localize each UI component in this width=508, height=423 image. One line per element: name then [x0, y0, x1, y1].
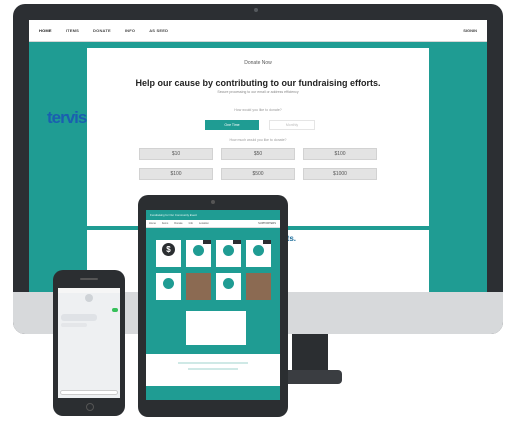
amount-grid: $10 $50 $100 $100 $500 $1000	[139, 148, 377, 180]
item-badge-icon	[223, 278, 234, 289]
item-tile[interactable]	[216, 273, 241, 300]
item-badge-icon	[253, 245, 264, 256]
tablet-nav-home[interactable]: Home	[149, 222, 156, 225]
contact-avatar	[85, 294, 93, 302]
tablet-nav-items[interactable]: Items	[162, 222, 168, 225]
amount-option[interactable]: $500	[221, 168, 295, 180]
top-navbar: HOME ITEMS DONATE INFO AS SEED SIGNIN	[29, 20, 487, 42]
one-time-button[interactable]: One Time	[205, 120, 259, 130]
home-button-icon[interactable]	[86, 403, 94, 411]
sponsor-logo: tervis	[47, 108, 87, 127]
sponsor-logo-box	[186, 311, 246, 345]
nav-as-seed[interactable]: AS SEED	[149, 28, 168, 33]
tablet-nav-info[interactable]: Info	[189, 222, 193, 225]
webcam-icon	[254, 8, 258, 12]
nav-donate[interactable]: DONATE	[93, 28, 111, 33]
ribbon-icon	[233, 240, 241, 244]
tablet-nav-donate[interactable]: Donate	[174, 222, 182, 225]
item-tile[interactable]	[156, 273, 181, 300]
item-badge-icon	[223, 245, 234, 256]
sent-message-bubble	[112, 308, 118, 312]
nav-items[interactable]: ITEMS	[66, 28, 79, 33]
tablet-header-title: Fundraising for Our Community Event	[150, 213, 197, 217]
monthly-button[interactable]: Monthly	[269, 120, 315, 130]
item-badge-icon	[193, 245, 204, 256]
donate-subline: Secure processing to our email or addres…	[217, 90, 299, 94]
dollar-icon: $	[162, 243, 175, 256]
received-message-bubble	[61, 323, 87, 327]
item-badge-icon	[163, 278, 174, 289]
tablet-header: Fundraising for Our Community Event	[146, 210, 280, 220]
received-message-bubble	[61, 314, 97, 321]
tablet-footer-bar	[146, 386, 280, 400]
nav-signin[interactable]: SIGNIN	[463, 28, 477, 33]
amount-option[interactable]: $1000	[303, 168, 377, 180]
amount-option[interactable]: $10	[139, 148, 213, 160]
monitor-stand	[292, 334, 328, 374]
donate-headline: Help our cause by contributing to our fu…	[135, 78, 381, 88]
amount-option[interactable]: $50	[221, 148, 295, 160]
amount-option[interactable]: $100	[303, 148, 377, 160]
frequency-question: How would you like to donate?	[234, 108, 282, 112]
tablet-camera-icon	[211, 200, 215, 204]
donate-title: Donate Now	[244, 60, 272, 66]
item-grid: $	[156, 240, 271, 300]
item-tile[interactable]	[186, 240, 211, 267]
donate-tile[interactable]: $	[156, 240, 181, 267]
tablet-nav-supporters[interactable]: SUPPORTERS	[258, 222, 276, 225]
phone-screen	[58, 288, 120, 398]
phone-status-bar	[58, 288, 120, 293]
item-tile[interactable]	[246, 240, 271, 267]
footer-line	[178, 362, 248, 364]
nav-info[interactable]: INFO	[125, 28, 135, 33]
ribbon-icon	[203, 240, 211, 244]
tablet-nav-location[interactable]: Location	[199, 222, 209, 225]
phone-speaker-icon	[80, 278, 98, 280]
item-photo-tile[interactable]	[246, 273, 271, 300]
amount-question: How much would you like to donate?	[229, 138, 287, 142]
item-photo-tile[interactable]	[186, 273, 211, 300]
message-input[interactable]	[60, 390, 118, 395]
item-tile[interactable]	[216, 240, 241, 267]
ribbon-icon	[263, 240, 271, 244]
amount-option[interactable]: $100	[139, 168, 213, 180]
footer-line	[188, 368, 238, 370]
tablet-screen: Fundraising for Our Community Event Home…	[146, 210, 280, 400]
nav-home[interactable]: HOME	[39, 28, 52, 33]
